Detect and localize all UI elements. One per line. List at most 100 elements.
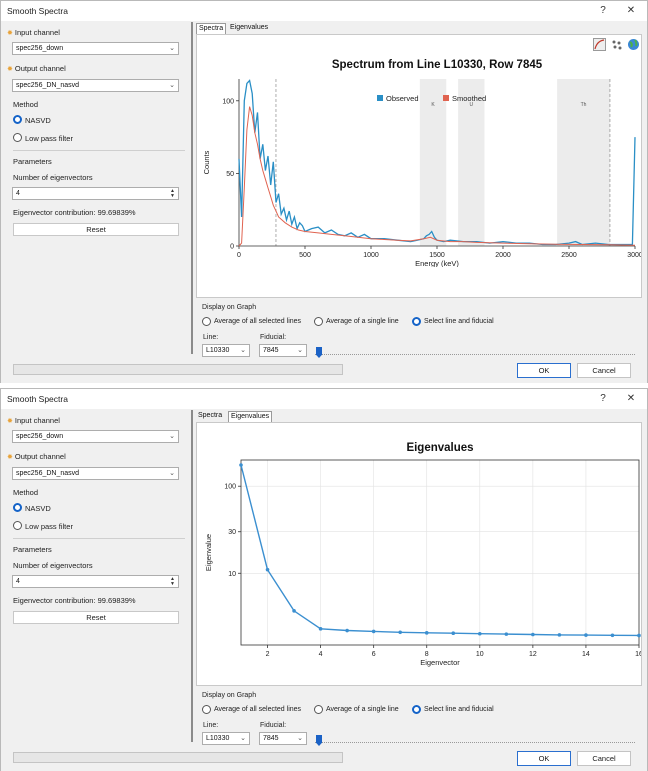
avg-all-lines-radio[interactable] — [202, 705, 211, 714]
reset-button[interactable]: Reset — [13, 611, 179, 624]
tab-spectra[interactable]: Spectra — [196, 411, 224, 422]
legend-label: Observed — [386, 94, 419, 103]
line-label: Line: — [203, 722, 219, 729]
output-channel-select[interactable]: spec256_DN_nasvd ⌄ — [12, 79, 179, 92]
x-tick-label: 4 — [319, 651, 323, 658]
help-button[interactable]: ? — [593, 3, 613, 19]
chevron-down-icon: ⌄ — [297, 347, 303, 354]
num-eigenvectors-label: Number of eigenvectors — [13, 173, 93, 182]
graph-panel: Spectra Eigenvalues Spectrum from Line L… — [194, 22, 646, 358]
num-eigenvectors-spinbox[interactable]: 4 ▲ ▼ — [12, 187, 179, 200]
tab-eigenvalues[interactable]: Eigenvalues — [228, 411, 273, 422]
plot-area: Spectrum from Line L10330, Row 7845 K U Th 0… — [196, 34, 642, 298]
x-tick-label: 2 — [266, 651, 270, 658]
graph-panel: Spectra Eigenvalues Eigenvalues 2 4 6 8 10 12 1… — [194, 410, 646, 746]
legend-swatch — [443, 95, 449, 101]
eigenvalue-point — [478, 631, 482, 636]
fiducial-slider-track[interactable] — [315, 354, 635, 355]
x-tick-label: 14 — [582, 651, 590, 658]
plot-area: Eigenvalues 2 4 6 8 10 12 14 16 10 30 100 Eigenvecto… — [196, 422, 642, 686]
cancel-button[interactable]: Cancel — [577, 751, 631, 766]
x-tick-label: 0 — [237, 252, 241, 259]
input-channel-label: ✸ Input channel — [7, 416, 60, 425]
avg-all-lines-radio[interactable] — [202, 317, 211, 326]
chevron-down-icon: ⌄ — [169, 433, 175, 440]
y-axis-label: Counts — [202, 150, 211, 174]
chart-title: Spectrum from Line L10330, Row 7845 — [332, 59, 543, 71]
low-pass-radio[interactable] — [13, 521, 22, 530]
nasvd-radio[interactable] — [13, 115, 22, 124]
parameters-label: Parameters — [13, 157, 52, 166]
close-button[interactable]: ✕ — [621, 3, 641, 19]
avg-single-line-radio[interactable] — [314, 317, 323, 326]
low-pass-radio[interactable] — [13, 133, 22, 142]
line-select[interactable]: L10330 ⌄ — [202, 732, 250, 745]
output-channel-select[interactable]: spec256_DN_nasvd ⌄ — [12, 467, 179, 480]
chevron-down-icon: ⌄ — [240, 347, 246, 354]
ok-button[interactable]: OK — [517, 751, 571, 766]
chart-title: Eigenvalues — [406, 442, 473, 454]
settings-panel: ✸ Input channel spec256_down ⌄ ✸ Output cha… — [4, 410, 190, 742]
num-eigenvectors-spinbox[interactable]: 4 ▲ ▼ — [12, 575, 179, 588]
spin-down-icon[interactable]: ▼ — [170, 194, 177, 199]
avg-single-line-label: Average of a single line — [326, 318, 399, 325]
output-channel-label: ✸ Output channel — [7, 64, 66, 73]
ok-button[interactable]: OK — [517, 363, 571, 378]
eigenvalue-point — [557, 633, 562, 637]
select-line-fiducial-label: Select line and fiducial — [424, 318, 494, 325]
progress-bar — [13, 752, 343, 763]
line-select[interactable]: L10330 ⌄ — [202, 344, 250, 357]
eigenvalue-point — [531, 632, 535, 637]
fiducial-slider-track[interactable] — [315, 742, 635, 743]
eigenvalue-point — [584, 633, 588, 637]
low-pass-label: Low pass filter — [25, 134, 73, 143]
display-on-graph-label: Display on Graph — [202, 304, 257, 311]
required-star-icon: ✸ — [7, 418, 13, 425]
method-label: Method — [13, 100, 39, 109]
select-line-fiducial-radio[interactable] — [412, 317, 421, 326]
eigenvalue-point — [424, 631, 429, 635]
avg-single-line-label: Average of a single line — [326, 706, 399, 713]
x-tick-label: 16 — [635, 651, 641, 658]
splitter[interactable] — [191, 410, 193, 742]
close-button[interactable]: ✕ — [621, 391, 641, 407]
x-tick-label: 500 — [299, 252, 311, 259]
title-bar: Smooth Spectra ? ✕ — [1, 389, 647, 409]
y-tick-label: 30 — [228, 529, 236, 536]
plot-frame — [240, 459, 640, 646]
tab-spectra[interactable]: Spectra — [196, 23, 227, 34]
chevron-down-icon: ⌄ — [169, 45, 175, 52]
input-channel-select[interactable]: spec256_down ⌄ — [12, 42, 179, 55]
input-channel-select[interactable]: spec256_down ⌄ — [12, 430, 179, 443]
reset-button[interactable]: Reset — [13, 223, 179, 236]
required-star-icon: ✸ — [7, 66, 13, 73]
dialog-title: Smooth Spectra — [7, 394, 68, 404]
eigenvalue-point — [345, 628, 349, 633]
fiducial-select[interactable]: 7845 ⌄ — [259, 344, 307, 357]
fiducial-slider-thumb[interactable] — [316, 735, 322, 746]
avg-all-lines-label: Average of all selected lines — [214, 318, 302, 325]
avg-all-lines-label: Average of all selected lines — [214, 706, 302, 713]
cancel-button[interactable]: Cancel — [577, 363, 631, 378]
x-axis-label: Energy (keV) — [415, 259, 459, 267]
smooth-spectra-dialog-1: Smooth Spectra ? ✕ ✸ Input channel spec25… — [0, 0, 648, 383]
nasvd-radio[interactable] — [13, 503, 22, 512]
avg-single-line-radio[interactable] — [314, 705, 323, 714]
select-line-fiducial-radio[interactable] — [412, 705, 421, 714]
y-tick-label: 100 — [224, 484, 236, 491]
bottom-bar: OK Cancel — [1, 358, 647, 383]
help-button[interactable]: ? — [593, 391, 613, 407]
eigenvalue-point — [610, 633, 615, 638]
splitter[interactable] — [191, 22, 193, 354]
fiducial-select[interactable]: 7845 ⌄ — [259, 732, 307, 745]
legend-label: Smoothed — [452, 94, 486, 103]
x-tick-label: 12 — [529, 651, 537, 658]
spectrum-chart: Spectrum from Line L10330, Row 7845K U Th0… — [202, 59, 641, 267]
y-tick-label: 0 — [230, 244, 234, 251]
fiducial-label: Fiducial: — [260, 334, 287, 341]
tab-eigenvalues[interactable]: Eigenvalues — [228, 23, 270, 34]
spin-down-icon[interactable]: ▼ — [170, 582, 177, 587]
y-axis-label: Eigenvalue — [204, 534, 213, 571]
nasvd-label: NASVD — [25, 116, 51, 125]
fiducial-slider-thumb[interactable] — [316, 347, 322, 358]
